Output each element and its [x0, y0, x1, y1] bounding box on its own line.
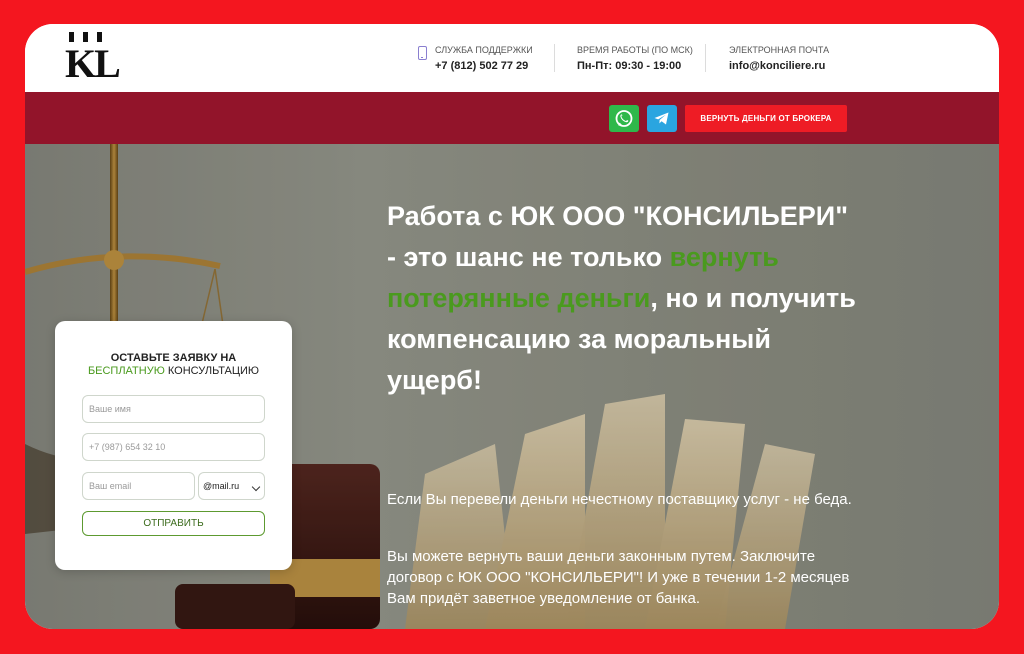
- hero-paragraph-2: Вы можете вернуть ваши деньги законным п…: [387, 548, 850, 607]
- top-action-bar: ВЕРНУТЬ ДЕНЬГИ ОТ БРОКЕРА: [25, 92, 999, 144]
- hours-label: ВРЕМЯ РАБОТЫ (по Мск): [577, 45, 693, 55]
- support-phone[interactable]: +7 (812) 502 77 29: [435, 60, 533, 72]
- logo[interactable]: KL: [65, 32, 125, 88]
- phone-input[interactable]: +7 (987) 654 32 10: [82, 433, 265, 461]
- return-money-broker-button[interactable]: ВЕРНУТЬ ДЕНЬГИ ОТ БРОКЕРА: [685, 105, 847, 132]
- support-info: СЛУЖБА ПОДДЕРЖКИ +7 (812) 502 77 29: [435, 44, 533, 72]
- hours-value: Пн-Пт: 09:30 - 19:00: [577, 60, 682, 72]
- form-title-line-2: КОНСУЛЬТАЦИЮ: [167, 365, 260, 377]
- telegram-icon: [654, 112, 669, 125]
- name-input[interactable]: Ваше имя: [82, 395, 265, 423]
- support-label: СЛУЖБА ПОДДЕРЖКИ: [435, 45, 533, 55]
- hero-paragraph-1: Если Вы перевели деньги нечестному поста…: [387, 491, 852, 508]
- email-input[interactable]: Ваш email: [82, 472, 195, 500]
- phone-icon: [418, 46, 427, 60]
- hero-headline: Работа с ЮК ООО "КОНСИЛЬЕРИ" - это шанс …: [387, 196, 857, 401]
- submit-button[interactable]: ОТПРАВИТЬ: [82, 511, 265, 536]
- divider: [554, 44, 555, 72]
- email-domain-select[interactable]: @mail.ru: [198, 472, 265, 500]
- divider: [705, 44, 706, 72]
- form-title-line-1: ОСТАВЬТЕ ЗАЯВКУ НА: [110, 352, 237, 364]
- whatsapp-icon: [615, 110, 633, 127]
- page-frame: KL СЛУЖБА ПОДДЕРЖКИ +7 (812) 502 77 29 В…: [25, 24, 999, 629]
- email-label: ЭЛЕКТРОННАЯ ПОЧТА: [729, 45, 830, 55]
- telegram-button[interactable]: [647, 105, 677, 132]
- email-domain-value: @mail.ru: [203, 481, 240, 491]
- email-info: ЭЛЕКТРОННАЯ ПОЧТА info@konciliere.ru: [729, 44, 829, 72]
- form-title-free: БЕСПЛАТНУЮ: [87, 365, 165, 377]
- form-title: ОСТАВЬТЕ ЗАЯВКУ НА БЕСПЛАТНУЮ КОНСУЛЬТАЦ…: [55, 352, 292, 378]
- site-header: KL СЛУЖБА ПОДДЕРЖКИ +7 (812) 502 77 29 В…: [25, 24, 999, 92]
- hours-info: ВРЕМЯ РАБОТЫ (по Мск) Пн-Пт: 09:30 - 19:…: [577, 44, 693, 72]
- chevron-down-icon: [251, 482, 261, 492]
- email-value[interactable]: info@konciliere.ru: [729, 60, 829, 72]
- logo-text: KL: [65, 41, 121, 86]
- whatsapp-button[interactable]: [609, 105, 639, 132]
- consultation-form: ОСТАВЬТЕ ЗАЯВКУ НА БЕСПЛАТНУЮ КОНСУЛЬТАЦ…: [55, 321, 292, 570]
